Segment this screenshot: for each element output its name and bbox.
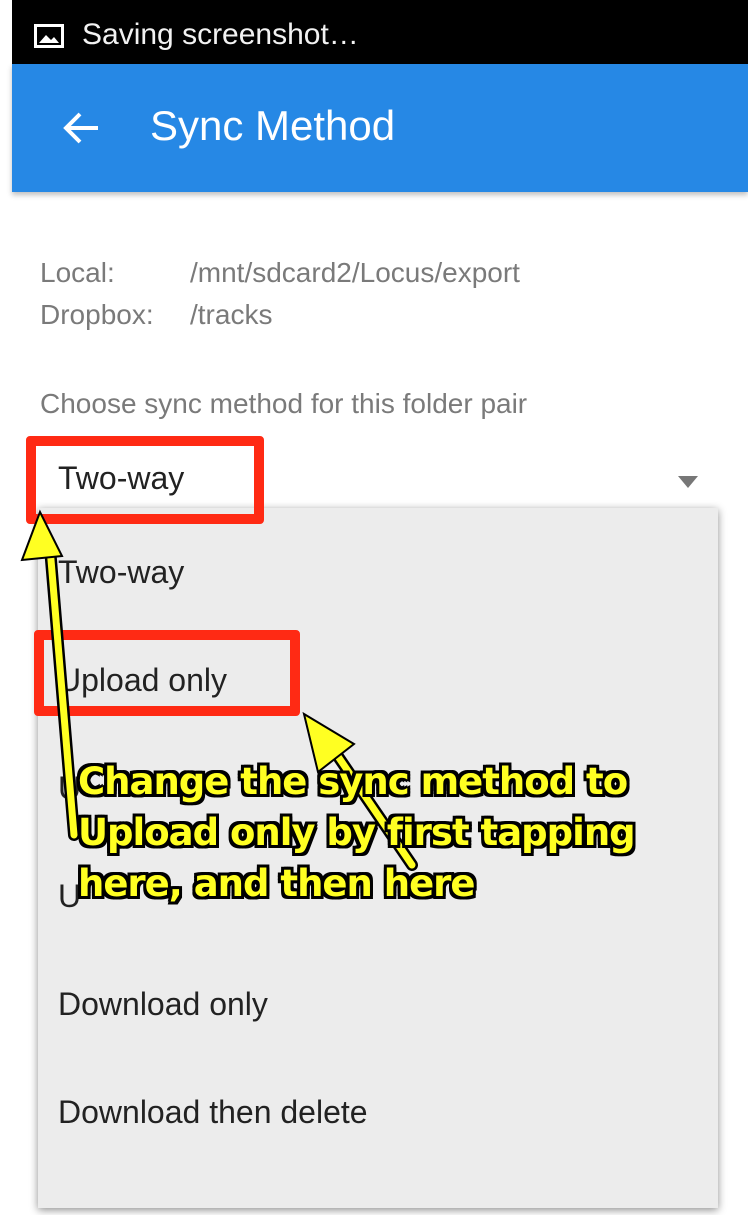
option-label: Download only	[58, 986, 268, 1022]
app-bar: Sync Method	[12, 64, 748, 192]
dropbox-label: Dropbox:	[40, 299, 154, 330]
dropdown-triangle-icon	[678, 476, 698, 488]
status-text: Saving screenshot…	[82, 18, 359, 51]
arrow-left-icon[interactable]	[62, 108, 102, 148]
local-row: Local: /mnt/sdcard2/Locus/export	[40, 252, 520, 294]
option-download-only[interactable]: Download only	[38, 950, 718, 1050]
callout-line: Change the sync method to	[78, 760, 628, 803]
option-label: Download then delete	[58, 1094, 368, 1130]
option-download-then-delete[interactable]: Download then delete	[38, 1058, 718, 1158]
spinner-highlight-box	[26, 436, 264, 524]
callout-line: here, and then here	[78, 862, 476, 905]
callout-line: Upload only by first tapping	[78, 811, 636, 854]
status-bar: Saving screenshot…	[12, 0, 748, 64]
local-path: /mnt/sdcard2/Locus/export	[190, 257, 520, 288]
upload-only-highlight-box	[34, 630, 300, 716]
folder-pair-info: Local: /mnt/sdcard2/Locus/export Dropbox…	[40, 252, 520, 336]
sync-method-label: Choose sync method for this folder pair	[40, 388, 528, 419]
dropbox-row: Dropbox: /tracks	[40, 294, 520, 336]
dropbox-path: /tracks	[190, 299, 273, 330]
option-two-way[interactable]: Two-way	[38, 518, 718, 618]
page-title: Sync Method	[150, 102, 396, 149]
local-label: Local:	[40, 257, 115, 288]
instruction-callout: Change the sync method to Upload only by…	[78, 756, 688, 909]
option-label: Two-way	[58, 554, 185, 590]
image-icon	[34, 24, 64, 48]
